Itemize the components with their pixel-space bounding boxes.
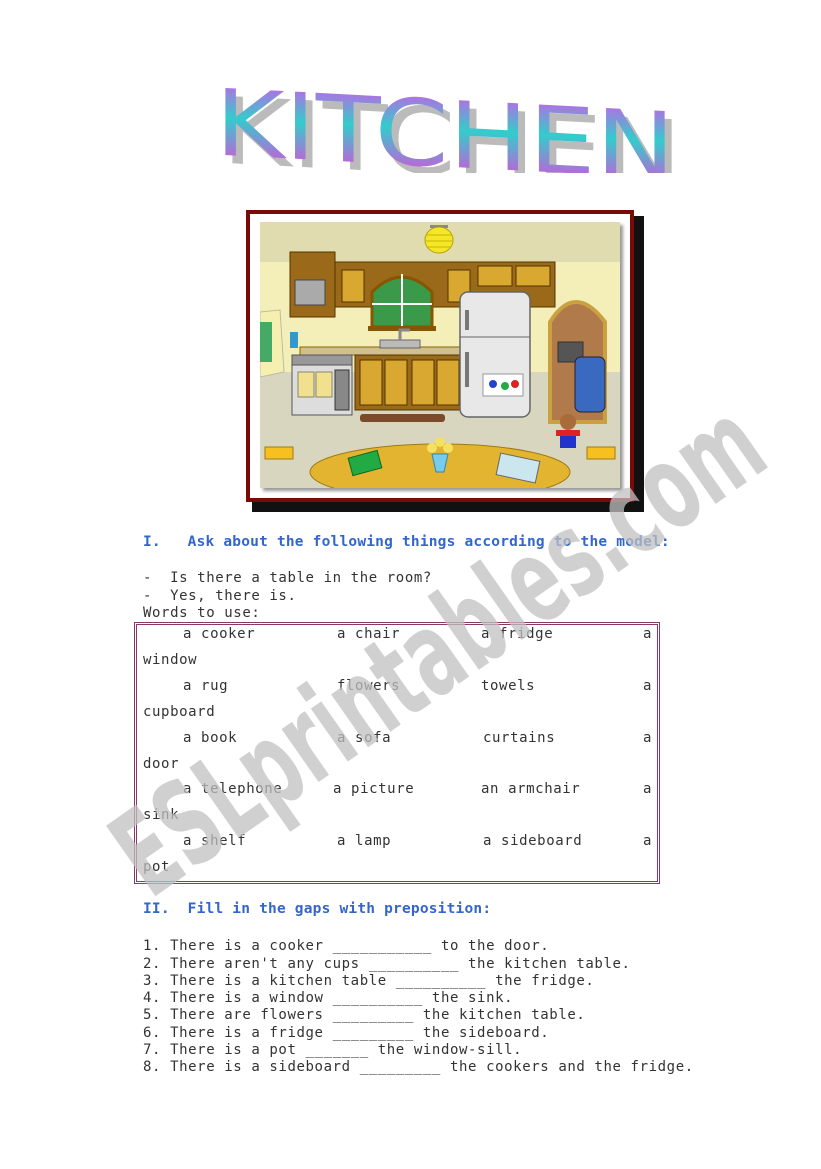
word-item: a telephone: [183, 781, 283, 797]
word-item: a book: [183, 730, 238, 746]
word-item-wrapped: window: [143, 652, 198, 668]
word-item: a sideboard: [483, 833, 583, 849]
kitchen-scene: [260, 222, 620, 488]
word-item: a: [643, 833, 653, 849]
gap-sentence-2: 2. There aren't any cups __________ the …: [143, 956, 631, 972]
word-item: a: [643, 730, 653, 746]
word-row: a rug flowers towels a: [137, 678, 657, 698]
word-item: an armchair: [481, 781, 581, 797]
word-item: a sofa: [337, 730, 392, 746]
word-item: a rug: [183, 678, 229, 694]
armchair: [574, 356, 606, 413]
word-item: a fridge: [481, 626, 554, 642]
word-item: a: [643, 626, 653, 642]
gap-sentence-1: 1. There is a cooker ___________ to the …: [143, 938, 550, 954]
gap-sentence-7: 7. There is a pot _______ the window-sil…: [143, 1042, 523, 1058]
word-item: a cooker: [183, 626, 256, 642]
picture-frame: [246, 210, 634, 502]
rug: [360, 414, 445, 422]
section1-heading: I. Ask about the following things accord…: [143, 534, 670, 550]
section2-heading: II. Fill in the gaps with preposition:: [143, 901, 492, 917]
lower-cupboards: [354, 354, 466, 411]
word-item-wrapped: pot: [143, 859, 171, 875]
gap-sentence-3: 3. There is a kitchen table __________ t…: [143, 973, 595, 989]
gap-sentence-4: 4. There is a window __________ the sink…: [143, 990, 514, 1006]
word-item: a: [643, 781, 653, 797]
word-row: a cooker a chair a fridge a: [137, 626, 657, 646]
model-answer: - Yes, there is.: [143, 588, 297, 604]
word-row: a telephone a picture an armchair a: [137, 781, 657, 801]
word-item-wrapped: door: [143, 756, 180, 772]
word-item: a shelf: [183, 833, 247, 849]
curtains: [260, 309, 285, 378]
word-item: flowers: [337, 678, 401, 694]
word-item: a: [643, 678, 653, 694]
word-item: a picture: [333, 781, 415, 797]
model-question: - Is there a table in the room?: [143, 570, 432, 586]
word-item: a lamp: [337, 833, 392, 849]
word-row: a shelf a lamp a sideboard a: [137, 833, 657, 853]
gap-sentence-6: 6. There is a fridge _________ the sideb…: [143, 1025, 550, 1041]
picture-frame-inner: [249, 213, 631, 499]
word-item: a chair: [337, 626, 401, 642]
words-to-use-box: a cooker a chair a fridge a window a rug…: [134, 622, 660, 884]
telephone: [290, 332, 298, 348]
word-item: curtains: [483, 730, 556, 746]
word-item-wrapped: cupboard: [143, 704, 216, 720]
kitchen-illustration: [260, 222, 620, 488]
gap-sentence-8: 8. There is a sideboard _________ the co…: [143, 1059, 694, 1075]
gap-sentence-5: 5. There are flowers _________ the kitch…: [143, 1007, 586, 1023]
word-item: towels: [481, 678, 536, 694]
doorway: [548, 300, 607, 424]
page-title: KITCHEN KITCHEN: [205, 70, 685, 209]
word-item-wrapped: sink: [143, 807, 180, 823]
words-label: Words to use:: [143, 605, 261, 621]
word-row: a book a sofa curtains a: [137, 730, 657, 750]
title-text: KITCHEN: [215, 78, 675, 173]
title-wordart: KITCHEN KITCHEN: [215, 70, 682, 209]
fridge: [459, 291, 531, 418]
cooker: [291, 354, 353, 416]
